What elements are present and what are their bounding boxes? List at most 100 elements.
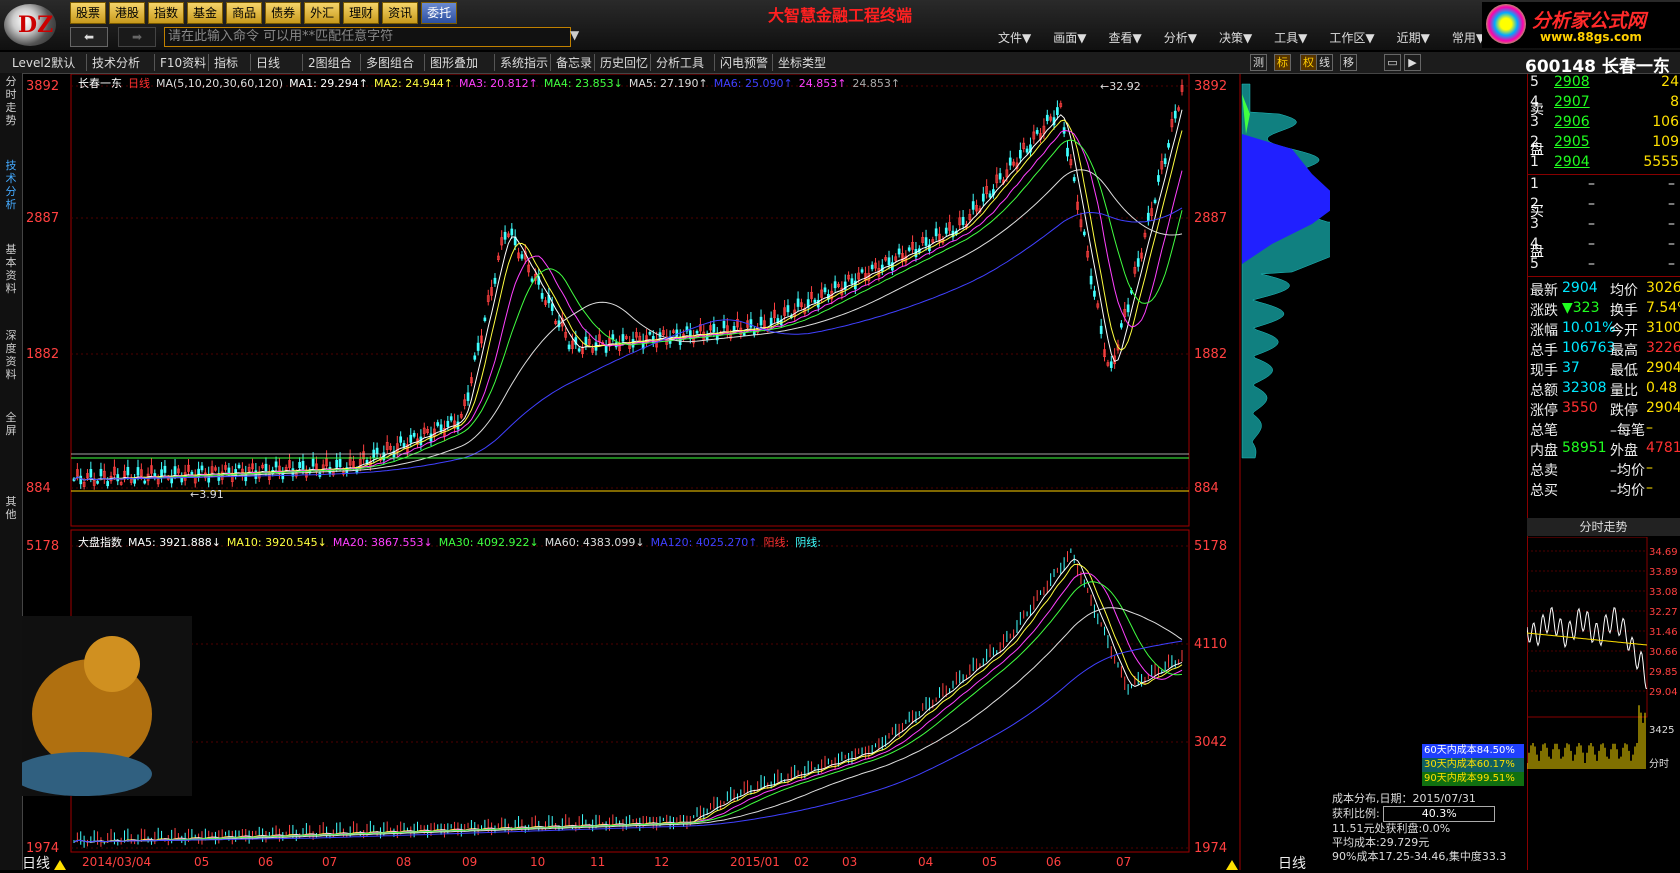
- main-menu: 文件▼ 画面▼ 查看▼ 分析▼ 决策▼ 工具▼ 工作区▼ 近期▼ 常用▼: [998, 29, 1507, 46]
- candle-body: [897, 248, 901, 255]
- back-button[interactable]: ⬅: [70, 27, 108, 47]
- intraday-title[interactable]: 分时走势: [1527, 518, 1680, 536]
- period-label-right[interactable]: 日线: [1278, 853, 1306, 873]
- buy-row: 2– –: [1528, 196, 1680, 216]
- nav-9-button[interactable]: 委托: [421, 2, 458, 24]
- candle-body: [1035, 130, 1039, 134]
- toolbar-item-2[interactable]: F10资料: [160, 54, 206, 71]
- candle-body: [860, 269, 864, 273]
- left-tab-4[interactable]: 全屏: [2, 411, 20, 437]
- quote-label: 总手: [1530, 343, 1558, 359]
- toolbar-right-3[interactable]: 线: [1316, 54, 1333, 71]
- intraday-y-tick: 33.08: [1649, 587, 1678, 598]
- sell-volume: 8: [1670, 94, 1679, 110]
- forward-button[interactable]: ➡: [118, 27, 156, 47]
- left-tab-5[interactable]: 其他: [2, 495, 20, 521]
- intraday-y-tick: 29.85: [1649, 667, 1678, 678]
- candle-body: [934, 228, 938, 237]
- index-chart-legend: 大盘指数 MA5: 3921.888↓ MA10: 3920.545↓ MA20: 3…: [78, 534, 827, 550]
- candle-body: [1126, 304, 1130, 313]
- left-tab-3[interactable]: 深度资料: [2, 329, 20, 381]
- candle-body: [870, 264, 874, 270]
- index-ma-line-2: [73, 572, 1183, 843]
- toolbar-item-7[interactable]: 图形叠加: [430, 54, 478, 71]
- nav-6-button[interactable]: 外汇: [304, 2, 341, 24]
- menu-7[interactable]: 近期▼: [1397, 29, 1430, 46]
- candle-body: [796, 298, 800, 307]
- left-tab-0[interactable]: 分时走势: [2, 75, 20, 127]
- candle-body: [1045, 114, 1049, 122]
- menu-8[interactable]: 常用▼: [1452, 29, 1485, 46]
- index-y-tick-right: 3042: [1194, 735, 1227, 750]
- nav-3-button[interactable]: 基金: [187, 2, 224, 24]
- index-ma-line-3: [73, 581, 1183, 843]
- x-tick-14: 06: [1046, 855, 1062, 869]
- command-input[interactable]: 请在此输入命令 可以用**匹配任意字符: [164, 27, 571, 47]
- menu-2[interactable]: 查看▼: [1108, 29, 1141, 46]
- toolbar-item-9[interactable]: 备忘录: [556, 54, 592, 71]
- toolbar-item-4[interactable]: 日线: [256, 54, 280, 71]
- nav-2-button[interactable]: 指数: [148, 2, 185, 24]
- toolbar-item-6[interactable]: 多图组合: [366, 54, 414, 71]
- toolbar-item-12[interactable]: 闪电预警: [720, 54, 768, 71]
- quote-value-2: 3026: [1646, 280, 1680, 296]
- nav-8-button[interactable]: 资讯: [382, 2, 419, 24]
- toolbar-item-1[interactable]: 技术分析: [92, 54, 140, 71]
- nav-4-button[interactable]: 商品: [226, 2, 263, 24]
- quote-row: 涨停 3550 跌停 2904: [1528, 400, 1680, 420]
- minimize-icon[interactable]: ▭: [1384, 54, 1401, 71]
- toolbar-right-4[interactable]: 移: [1340, 54, 1357, 71]
- chart-canvas[interactable]: 3892 3892 2887 2887 1882 1882 884 884 5178 5178 41…: [22, 74, 1330, 870]
- sell-side-label: 卖盘: [1530, 102, 1544, 158]
- intraday-chart[interactable]: 34.69 33.89 33.08 32.27 31.46 30.66 29.85 29.04…: [1527, 537, 1680, 770]
- play-icon[interactable]: ▶: [1404, 54, 1421, 71]
- buy-side-label: 买盘: [1530, 204, 1544, 260]
- toolbar-item-0[interactable]: Level2默认: [12, 54, 75, 71]
- x-tick-13: 05: [982, 855, 998, 869]
- candle-body: [436, 422, 440, 426]
- chevron-down-icon[interactable]: ▼: [570, 28, 579, 42]
- menu-6[interactable]: 工作区▼: [1329, 29, 1374, 46]
- menu-5[interactable]: 工具▼: [1274, 29, 1307, 46]
- toolbar-item-11[interactable]: 分析工具: [656, 54, 704, 71]
- brand-logo: 分析家公式网 www.88gs.com: [1482, 2, 1680, 48]
- candle-body: [439, 424, 443, 431]
- toolbar-item-5[interactable]: 2图组合: [308, 54, 352, 71]
- toolbar-item-10[interactable]: 历史回忆: [600, 54, 648, 71]
- menu-1[interactable]: 画面▼: [1053, 29, 1086, 46]
- candle-body: [1146, 212, 1150, 221]
- menu-4[interactable]: 决策▼: [1219, 29, 1252, 46]
- candle-body: [1025, 148, 1029, 153]
- period-label-left[interactable]: 日线: [22, 853, 50, 873]
- left-tab-2[interactable]: 基本资料: [2, 243, 20, 295]
- main-y-tick-right: 1882: [1194, 347, 1227, 362]
- sell-price: 2906: [1554, 114, 1590, 130]
- candle-body: [712, 323, 716, 333]
- index-ma-value-1: MA10: 3920.545↓: [226, 536, 327, 549]
- ma-value-5: MA6: 25.090↑: [713, 77, 793, 90]
- candle-body: [648, 331, 652, 335]
- toolbar-right-0[interactable]: 测: [1250, 54, 1267, 71]
- nav-0-button[interactable]: 股票: [70, 2, 107, 24]
- candle-body: [510, 228, 514, 236]
- nav-5-button[interactable]: 债券: [265, 2, 302, 24]
- toolbar-right-1[interactable]: 标: [1274, 54, 1291, 71]
- nav-7-button[interactable]: 理财: [343, 2, 380, 24]
- candle-body: [298, 462, 301, 469]
- index-name: 大盘指数: [78, 536, 122, 549]
- candle-body: [116, 474, 120, 482]
- candle-body: [237, 464, 241, 469]
- candle-body: [143, 480, 147, 484]
- toolbar-item-13[interactable]: 坐标类型: [778, 54, 826, 71]
- nav-1-button[interactable]: 港股: [109, 2, 146, 24]
- sell-row: 4 2907 8: [1528, 94, 1680, 114]
- menu-0[interactable]: 文件▼: [998, 29, 1031, 46]
- toolbar-item-8[interactable]: 系统指示: [500, 54, 548, 71]
- menu-3[interactable]: 分析▼: [1164, 29, 1197, 46]
- ma-line-3: [73, 139, 1183, 481]
- toolbar-item-3[interactable]: 指标: [214, 54, 238, 71]
- toolbar-right-2[interactable]: 权: [1300, 54, 1317, 71]
- left-tab-1[interactable]: 技术分析: [2, 159, 20, 211]
- x-tick-8: 12: [654, 855, 670, 869]
- toolbar-separator: [594, 54, 595, 71]
